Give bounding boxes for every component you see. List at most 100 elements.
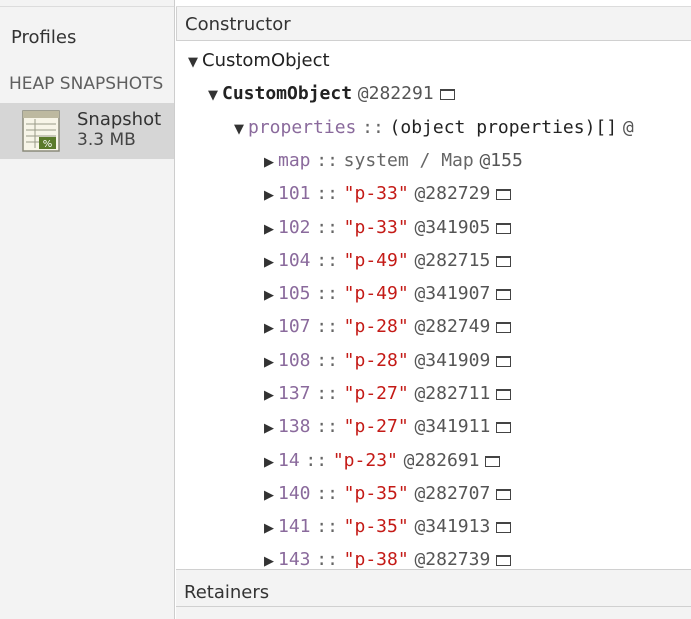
reveal-window-icon[interactable] [496,222,512,234]
separator: :: [316,250,338,271]
property-name: 141 [278,516,311,537]
snapshot-name: Snapshot [77,109,162,130]
reveal-window-icon[interactable] [496,321,512,333]
string-value: "p-33" [343,183,409,204]
collapsed-triangle-icon[interactable]: ▶ [264,213,278,246]
collapsed-triangle-icon[interactable]: ▶ [264,346,278,379]
tree-row[interactable]: ▶ 104 :: "p-49" @282715 [176,244,691,277]
string-value: "p-49" [343,250,409,271]
collapsed-triangle-icon[interactable]: ▶ [264,179,278,212]
object-id: @282729 [414,183,491,204]
collapsed-triangle-icon[interactable]: ▶ [264,412,278,445]
retainers-divider [176,606,691,607]
collapsed-triangle-icon[interactable]: ▶ [264,146,278,179]
tree-row[interactable]: ▶ 102 :: "p-33" @341905 [176,211,691,244]
tree-row[interactable]: ▶ 143 :: "p-38" @282739 [176,543,691,568]
node-name: CustomObject [222,83,353,104]
property-name: properties [248,117,357,138]
tree-row[interactable]: ▼ properties :: (object properties)[] @ [176,111,691,144]
object-id: @341907 [414,283,491,304]
object-id: @282715 [414,250,491,271]
expanded-triangle-icon[interactable]: ▼ [208,79,222,112]
collapsed-triangle-icon[interactable]: ▶ [264,479,278,512]
separator: :: [305,450,328,471]
sidebar: Profiles HEAP SNAPSHOTS % Snapshot 3.3 M… [0,0,175,619]
heap-tree: ▼ CustomObject ▼ CustomObject @282291 ▼ prope… [176,42,691,568]
property-name: 143 [278,549,311,568]
reveal-window-icon[interactable] [496,421,512,433]
object-id: @155 [479,150,523,171]
snapshot-icon: % [22,110,60,152]
reveal-window-icon[interactable] [496,355,512,367]
string-value: "p-27" [343,416,409,437]
separator: :: [316,150,338,171]
separator: :: [316,217,338,238]
main-top-strip [176,0,691,7]
column-separator [176,7,177,41]
object-id: @341911 [414,416,491,437]
expanded-triangle-icon[interactable]: ▼ [234,113,248,146]
tree-row[interactable]: ▼ CustomObject [176,44,691,77]
tree-row[interactable]: ▶ 108 :: "p-28" @341909 [176,344,691,377]
constructor-header-label: Constructor [185,14,291,35]
object-id: @ [622,117,634,138]
string-value: "p-38" [343,549,409,568]
reveal-window-icon[interactable] [496,554,512,566]
snapshot-item[interactable]: % Snapshot 3.3 MB [0,103,174,159]
string-value: "p-23" [332,450,398,471]
object-id: @341905 [414,217,491,238]
string-value: "p-28" [343,350,409,371]
reveal-window-icon[interactable] [439,88,455,100]
object-id: @282707 [414,483,491,504]
collapsed-triangle-icon[interactable]: ▶ [264,545,278,568]
collapsed-triangle-icon[interactable]: ▶ [264,246,278,279]
tree-row[interactable]: ▶ map :: system / Map @155 [176,144,691,177]
tree-row[interactable]: ▶ 107 :: "p-28" @282749 [176,310,691,343]
node-name: CustomObject [202,50,330,71]
retainers-label: Retainers [184,582,270,603]
property-value: (object properties)[] [389,117,618,138]
tree-row[interactable]: ▶ 137 :: "p-27" @282711 [176,377,691,410]
tree-row[interactable]: ▶ 141 :: "p-35" @341913 [176,510,691,543]
reveal-window-icon[interactable] [485,455,501,467]
string-value: "p-49" [343,283,409,304]
tree-row[interactable]: ▼ CustomObject @282291 [176,77,691,110]
retainers-header[interactable]: Retainers [176,569,691,619]
property-name: 104 [278,250,311,271]
collapsed-triangle-icon[interactable]: ▶ [264,512,278,545]
reveal-window-icon[interactable] [496,288,512,300]
object-id: @341913 [414,516,491,537]
separator: :: [316,316,338,337]
object-id: @282739 [414,549,491,568]
heap-snapshots-section: HEAP SNAPSHOTS [9,74,164,94]
reveal-window-icon[interactable] [496,255,512,267]
tree-row[interactable]: ▶ 14 :: "p-23" @282691 [176,444,691,477]
expanded-triangle-icon[interactable]: ▼ [188,46,202,79]
tree-row[interactable]: ▶ 101 :: "p-33" @282729 [176,177,691,210]
collapsed-triangle-icon[interactable]: ▶ [264,279,278,312]
svg-text:%: % [43,139,53,150]
separator: :: [316,183,338,204]
tree-row[interactable]: ▶ 138 :: "p-27" @341911 [176,410,691,443]
property-name: 14 [278,450,300,471]
property-name: 108 [278,350,311,371]
collapsed-triangle-icon[interactable]: ▶ [264,312,278,345]
collapsed-triangle-icon[interactable]: ▶ [264,446,278,479]
property-name: 107 [278,316,311,337]
constructor-column-header[interactable]: Constructor [176,7,691,41]
sidebar-top-strip [0,0,174,7]
tree-row[interactable]: ▶ 140 :: "p-35" @282707 [176,477,691,510]
reveal-window-icon[interactable] [496,488,512,500]
reveal-window-icon[interactable] [496,388,512,400]
separator: :: [362,117,384,138]
property-name: 105 [278,283,311,304]
property-name: 137 [278,383,311,404]
string-value: "p-35" [343,483,409,504]
reveal-window-icon[interactable] [496,188,512,200]
reveal-window-icon[interactable] [496,521,512,533]
collapsed-triangle-icon[interactable]: ▶ [264,379,278,412]
separator: :: [316,383,338,404]
separator: :: [316,283,338,304]
object-id: @282711 [414,383,491,404]
tree-row[interactable]: ▶ 105 :: "p-49" @341907 [176,277,691,310]
